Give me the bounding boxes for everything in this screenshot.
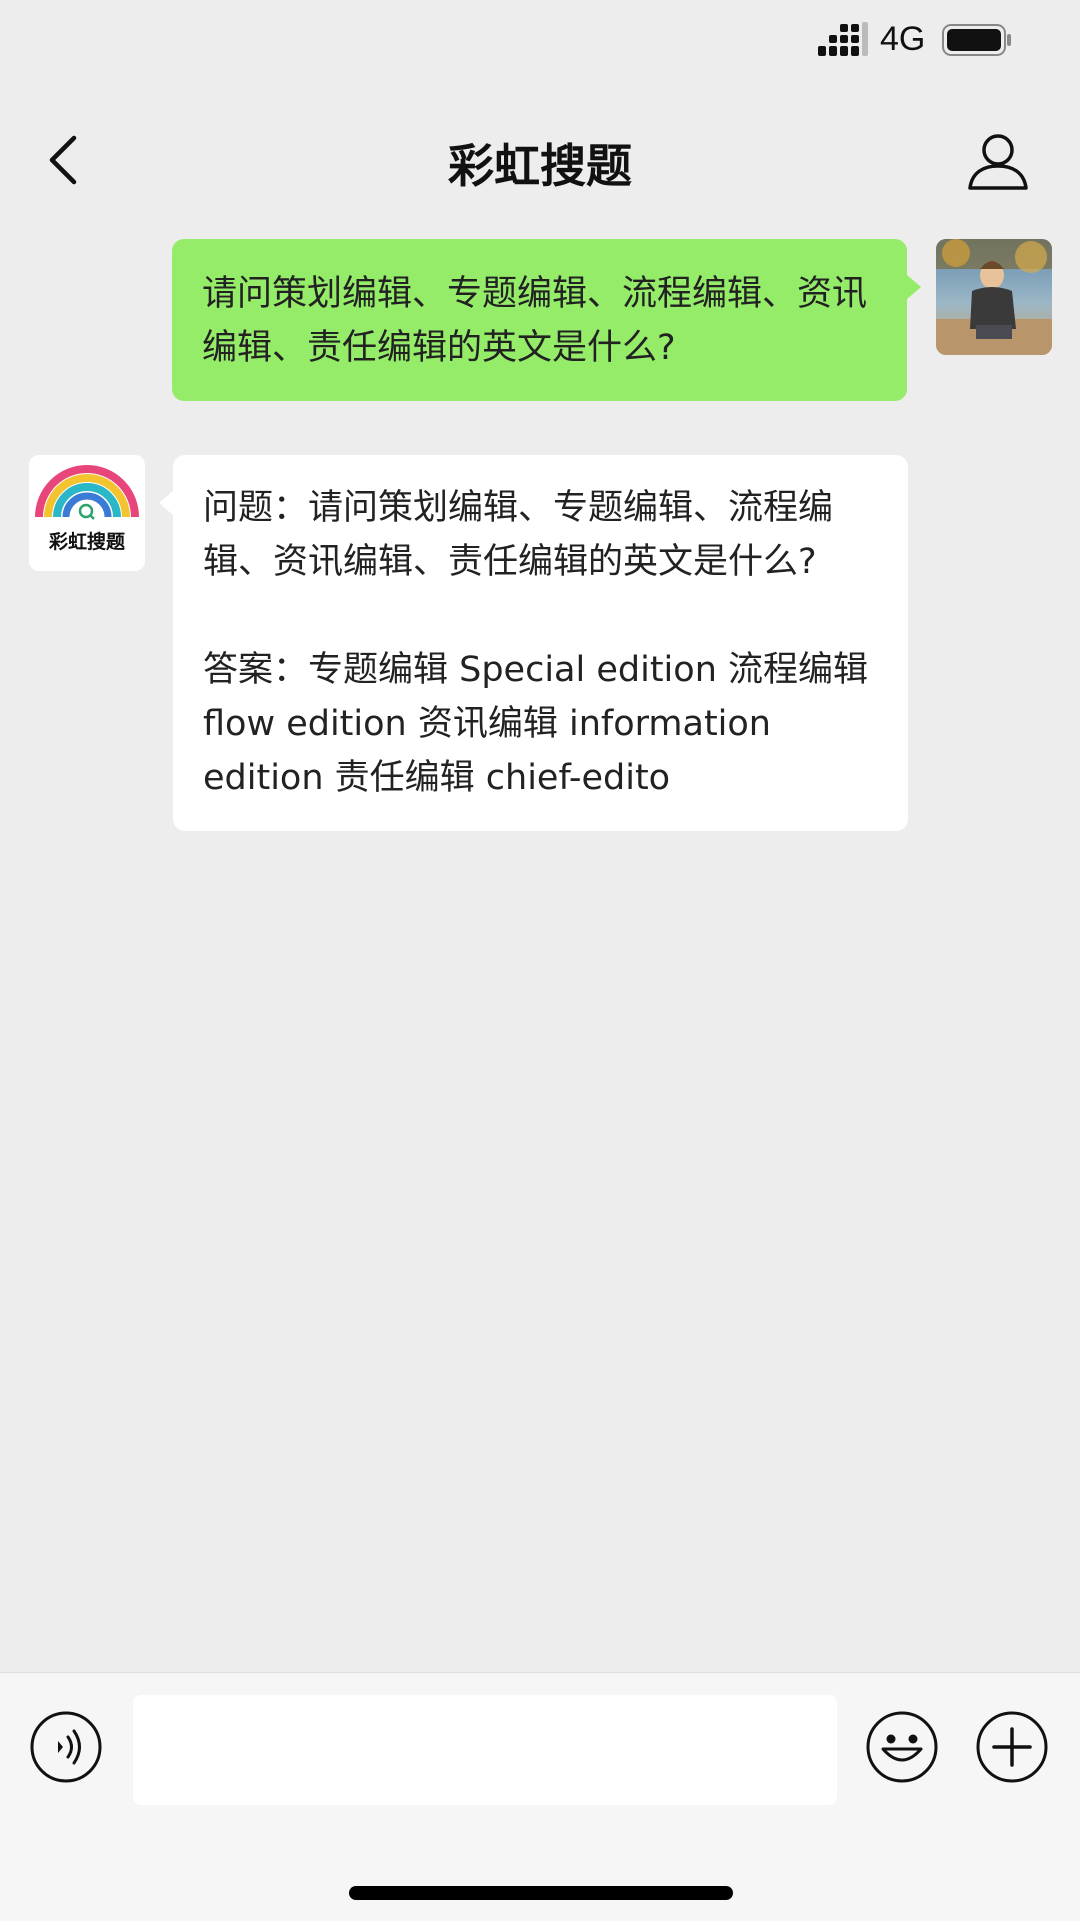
user-avatar[interactable]	[936, 239, 1052, 355]
bot-avatar[interactable]: 彩虹搜题	[29, 455, 145, 571]
user-message-bubble[interactable]: 请问策划编辑、专题编辑、流程编辑、资讯编辑、责任编辑的英文是什么?	[172, 239, 921, 401]
signal-bars-icon	[818, 22, 868, 56]
person-icon[interactable]	[966, 130, 1030, 194]
avatar-photo	[936, 239, 1052, 355]
voice-icon[interactable]	[30, 1711, 102, 1783]
battery-icon	[942, 24, 1011, 56]
home-indicator	[349, 1886, 733, 1900]
status-bar: 4G	[0, 0, 1080, 84]
network-type: 4G	[880, 20, 926, 58]
emoji-icon[interactable]	[866, 1711, 938, 1783]
message-input[interactable]	[133, 1695, 837, 1805]
input-bar	[0, 1672, 1080, 1921]
page-title: 彩虹搜题	[448, 139, 632, 193]
nav-bar: 彩虹搜题	[0, 110, 1080, 210]
bot-message-bubble[interactable]: 问题：请问策划编辑、专题编辑、流程编辑、资讯编辑、责任编辑的英文是什么? 答案：…	[159, 455, 908, 831]
bot-logo-text: 彩虹搜题	[48, 531, 125, 553]
plus-icon[interactable]	[976, 1711, 1048, 1783]
